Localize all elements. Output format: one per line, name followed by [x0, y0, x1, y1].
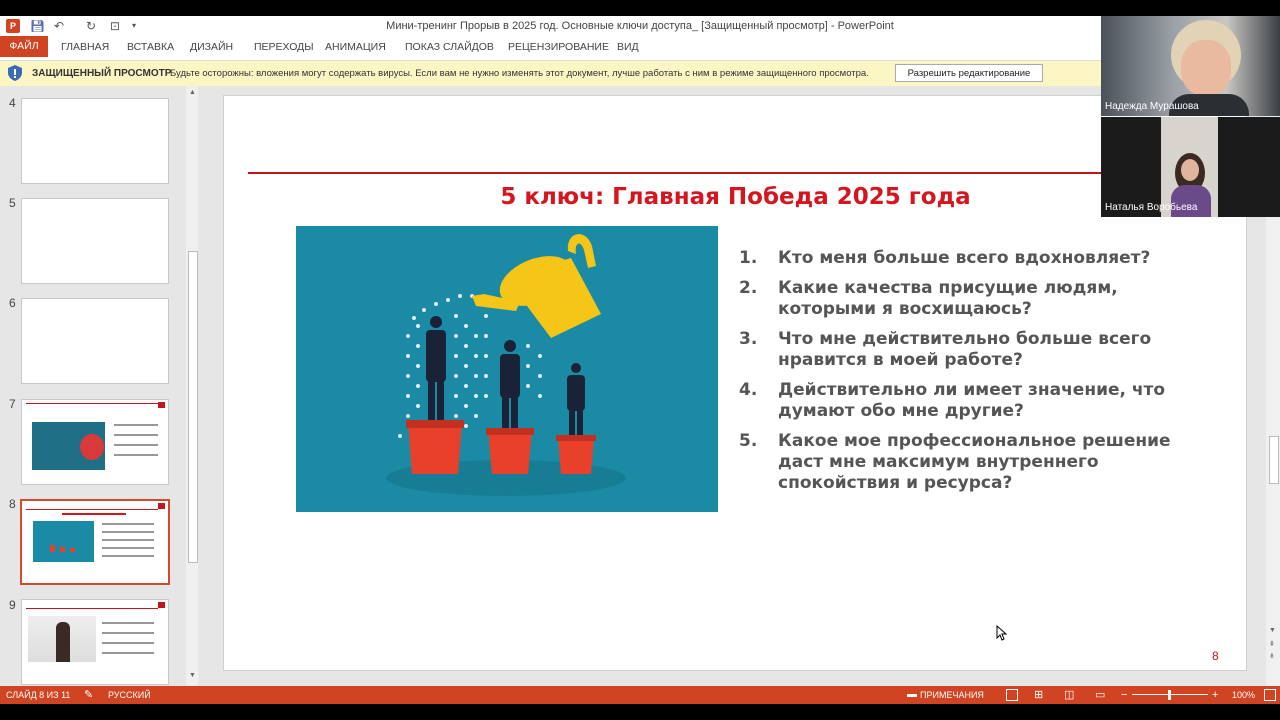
status-bar: СЛАЙД 8 ИЗ 11 ✎ РУССКИЙ ▬ ПРИМЕЧАНИЯ ⊞ ◫… [0, 686, 1280, 704]
zoom-out-icon[interactable]: − [1121, 686, 1127, 704]
tab-file[interactable]: ФАЙЛ [0, 36, 48, 57]
scroll-up-icon[interactable]: ▲ [189, 89, 196, 96]
question-list: 1. Кто меня больше всего вдохновляет? 2. К… [739, 248, 1209, 503]
thumbnail-slide-7[interactable] [21, 399, 169, 485]
tab-design[interactable]: ДИЗАЙН [190, 36, 233, 60]
tab-view[interactable]: ВИД [617, 36, 639, 60]
thumbnail-number: 5 [9, 196, 16, 210]
item-number: 5. [739, 431, 758, 451]
thumbnail-number: 7 [9, 397, 16, 411]
thumbnail-number: 4 [9, 96, 16, 110]
notes-button[interactable]: ПРИМЕЧАНИЯ [920, 686, 984, 704]
slide-sorter-icon[interactable]: ⊞ [1034, 686, 1043, 704]
item-number: 3. [739, 329, 758, 349]
slide-page-number: 8 [1212, 649, 1219, 663]
thumbnail-slide-8[interactable] [20, 499, 170, 585]
scroll-down-icon[interactable]: ▼ [1269, 627, 1276, 634]
slideshow-view-icon[interactable]: ▭ [1095, 686, 1105, 704]
zoom-in-icon[interactable]: + [1212, 686, 1218, 704]
title-bar: P 💾︎ ↶ ↻ ⊡ ▾ Мини-тренинг Прорыв в 2025 … [0, 16, 1280, 36]
item-number: 1. [739, 248, 758, 268]
fit-to-window-icon[interactable] [1264, 689, 1276, 701]
tab-slideshow[interactable]: ПОКАЗ СЛАЙДОВ [405, 36, 494, 60]
title-rule [248, 172, 1108, 174]
ribbon-tabs: ФАЙЛ ГЛАВНАЯ ВСТАВКА ДИЗАЙН ПЕРЕХОДЫ АНИ… [0, 36, 1280, 61]
tab-animation[interactable]: АНИМАЦИЯ [325, 36, 386, 60]
tab-home[interactable]: ГЛАВНАЯ [61, 36, 109, 60]
normal-view-icon[interactable] [1006, 689, 1018, 701]
scrollbar-handle[interactable] [1269, 436, 1279, 484]
thumbnail-number: 8 [9, 497, 16, 511]
thumbnail-number: 6 [9, 296, 16, 310]
list-item: 4. Действительно ли имеет значение, что д… [739, 380, 1209, 422]
item-text: Что мне действительно больше всего нрави… [778, 329, 1152, 370]
zoom-level[interactable]: 100% [1232, 686, 1255, 704]
notes-icon[interactable]: ▬ [907, 686, 917, 704]
scrollbar-handle[interactable] [188, 251, 198, 563]
thumbnail-scrollbar[interactable]: ▲ ▼ [186, 86, 198, 686]
protected-view-title: ЗАЩИЩЕННЫЙ ПРОСМОТР [32, 68, 172, 79]
language-indicator[interactable]: РУССКИЙ [108, 686, 151, 704]
thumbnail-number: 9 [9, 598, 16, 612]
tab-transitions[interactable]: ПЕРЕХОДЫ [254, 36, 314, 60]
list-item: 1. Кто меня больше всего вдохновляет? [739, 248, 1209, 269]
tab-insert[interactable]: ВСТАВКА [127, 36, 174, 60]
shield-icon [8, 65, 22, 81]
item-text: Действительно ли имеет значение, что дум… [778, 380, 1166, 421]
item-number: 2. [739, 278, 758, 298]
participant-video-1: Надежда Мурашова [1101, 16, 1280, 116]
spellcheck-icon[interactable]: ✎ [84, 686, 93, 704]
protected-view-message: Будьте осторожны: вложения могут содержа… [170, 68, 869, 79]
thumbnail-slide-4[interactable] [21, 98, 169, 184]
participant-name: Наталья Воробьева [1105, 202, 1198, 213]
next-slide-icon[interactable]: ⇟ [1269, 652, 1275, 660]
previous-slide-icon[interactable]: ⇞ [1269, 640, 1275, 648]
list-item: 2. Какие качества присущие людям, которым… [739, 278, 1209, 320]
item-text: Кто меня больше всего вдохновляет? [778, 248, 1151, 268]
item-text: Какое мое профессиональное решение даст … [778, 431, 1171, 493]
thumbnail-list: 4 5 6 7 8 9 [0, 86, 186, 686]
thumbnail-slide-6[interactable] [21, 298, 169, 384]
growth-illustration [296, 226, 718, 512]
thumbnail-slide-5[interactable] [21, 198, 169, 284]
window-title: Мини-тренинг Прорыв в 2025 год. Основные… [386, 20, 894, 32]
zoom-slider-thumb[interactable] [1168, 690, 1171, 700]
list-item: 3. Что мне действительно больше всего нра… [739, 329, 1209, 371]
enable-editing-button[interactable]: Разрешить редактирование [895, 64, 1043, 82]
thumbnail-slide-9[interactable] [21, 599, 169, 685]
item-number: 4. [739, 380, 758, 400]
slide-title: 5 ключ: Главная Победа 2025 года [500, 184, 971, 210]
item-text: Какие качества присущие людям, которыми … [778, 278, 1118, 319]
protected-view-bar: ЗАЩИЩЕННЫЙ ПРОСМОТР Будьте осторожны: вл… [0, 61, 1280, 87]
participant-name: Надежда Мурашова [1105, 101, 1199, 112]
tab-review[interactable]: РЕЦЕНЗИРОВАНИЕ [508, 36, 609, 60]
reading-view-icon[interactable]: ◫ [1064, 686, 1074, 704]
slide-counter: СЛАЙД 8 ИЗ 11 [6, 690, 71, 700]
list-item: 5. Какое мое профессиональное решение дас… [739, 431, 1209, 494]
scroll-down-icon[interactable]: ▼ [189, 672, 196, 679]
participant-video-2: Наталья Воробьева [1101, 117, 1280, 217]
mouse-pointer-icon [996, 625, 1008, 641]
